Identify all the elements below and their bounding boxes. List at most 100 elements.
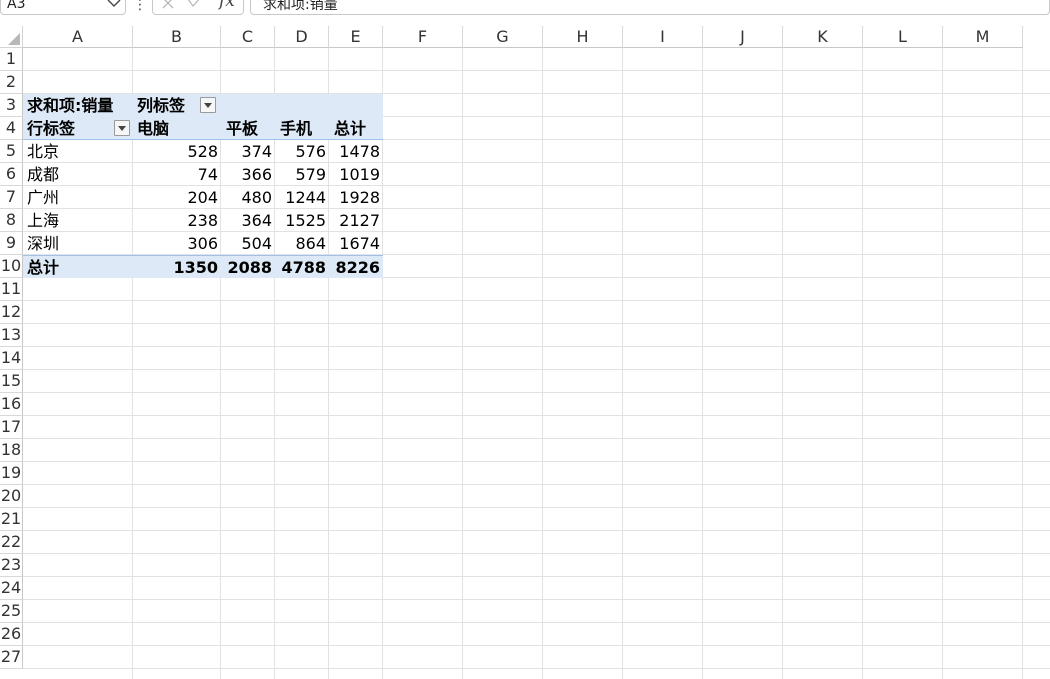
row-header[interactable]: 7 (0, 186, 23, 209)
row-header[interactable]: 20 (0, 485, 23, 508)
column-header[interactable]: G (463, 26, 543, 48)
row-header[interactable]: 23 (0, 554, 23, 577)
value-cell[interactable]: 306 (133, 232, 218, 255)
column-gridline (862, 48, 863, 679)
row-header[interactable]: 11 (0, 278, 23, 301)
value-cell[interactable]: 528 (133, 140, 218, 163)
total-cell[interactable]: 1350 (133, 256, 218, 279)
column-header[interactable]: C (221, 26, 275, 48)
column-gridline (942, 48, 943, 679)
total-cell[interactable]: 2088 (221, 256, 272, 279)
column-header[interactable]: A (23, 26, 133, 48)
column-filter-button[interactable] (200, 97, 216, 113)
city-label[interactable]: 上海 (27, 209, 59, 232)
category-label[interactable]: 平板 (226, 117, 258, 140)
category-label[interactable]: 电脑 (137, 117, 169, 140)
row-header[interactable]: 12 (0, 301, 23, 324)
pivot-value-field[interactable]: 求和项:销量 (27, 94, 113, 117)
column-header[interactable]: H (543, 26, 623, 48)
row-header[interactable]: 9 (0, 232, 23, 255)
value-cell[interactable]: 1928 (329, 186, 380, 209)
more-options-icon[interactable]: ⋮ (133, 0, 147, 12)
value-cell[interactable]: 480 (221, 186, 272, 209)
pivot-column-labels[interactable]: 列标签 (137, 94, 185, 117)
chevron-down-icon[interactable] (107, 0, 121, 13)
city-label[interactable]: 成都 (27, 163, 59, 186)
row-header[interactable]: 8 (0, 209, 23, 232)
total-cell[interactable]: 4788 (275, 256, 326, 279)
category-label[interactable]: 总计 (334, 117, 366, 140)
spreadsheet-grid: ABCDEFGHIJKLM 1 2 3 4 5 6 7 8 9 10 11 12 13 14 15 16 17 1… (0, 26, 1050, 679)
row-header[interactable]: 26 (0, 623, 23, 646)
row-header[interactable]: 27 (0, 646, 23, 669)
column-gridline (702, 48, 703, 679)
total-cell[interactable]: 8226 (329, 256, 380, 279)
column-header[interactable]: F (383, 26, 463, 48)
column-gridline (462, 48, 463, 679)
name-box[interactable]: A3 (0, 0, 126, 15)
formula-tools: fx (152, 0, 244, 15)
value-cell[interactable]: 204 (133, 186, 218, 209)
pivot-data-row: 广州 204 480 1244 1928 (23, 186, 383, 209)
pivot-row-labels[interactable]: 行标签 (27, 117, 75, 140)
row-header[interactable]: 5 (0, 140, 23, 163)
row-header[interactable]: 15 (0, 370, 23, 393)
row-header[interactable]: 19 (0, 462, 23, 485)
row-header[interactable]: 6 (0, 163, 23, 186)
column-header[interactable]: D (275, 26, 329, 48)
value-cell[interactable]: 1674 (329, 232, 380, 255)
city-label[interactable]: 深圳 (27, 232, 59, 255)
value-cell[interactable]: 864 (275, 232, 326, 255)
row-filter-button[interactable] (114, 120, 130, 136)
column-header[interactable]: J (703, 26, 783, 48)
column-header[interactable]: B (133, 26, 221, 48)
row-header[interactable]: 17 (0, 416, 23, 439)
value-cell[interactable]: 504 (221, 232, 272, 255)
column-header[interactable]: L (863, 26, 943, 48)
row-header[interactable]: 21 (0, 508, 23, 531)
cancel-icon[interactable] (161, 0, 175, 14)
cell-area[interactable]: 求和项:销量 列标签 行标签 电脑 平板 手机 总计 北京 528 374 57… (23, 48, 1050, 679)
formula-input[interactable]: 求和项:销量 (250, 0, 1050, 15)
pivot-data-row: 深圳 306 504 864 1674 (23, 232, 383, 255)
row-header[interactable]: 24 (0, 577, 23, 600)
column-header[interactable]: E (329, 26, 383, 48)
grand-total-label[interactable]: 总计 (27, 256, 59, 279)
category-label[interactable]: 手机 (280, 117, 312, 140)
value-cell[interactable]: 2127 (329, 209, 380, 232)
pivot-data-row: 北京 528 374 576 1478 (23, 140, 383, 163)
row-header[interactable]: 14 (0, 347, 23, 370)
value-cell[interactable]: 1478 (329, 140, 380, 163)
select-all-corner[interactable] (0, 26, 23, 48)
row-header[interactable]: 2 (0, 71, 23, 94)
city-label[interactable]: 广州 (27, 186, 59, 209)
row-header[interactable]: 16 (0, 393, 23, 416)
column-header[interactable]: I (623, 26, 703, 48)
pivot-category-row: 行标签 电脑 平板 手机 总计 (23, 117, 383, 140)
value-cell[interactable]: 579 (275, 163, 326, 186)
value-cell[interactable]: 366 (221, 163, 272, 186)
row-header[interactable]: 4 (0, 117, 23, 140)
row-header[interactable]: 1 (0, 48, 23, 71)
value-cell[interactable]: 74 (133, 163, 218, 186)
value-cell[interactable]: 576 (275, 140, 326, 163)
row-header[interactable]: 10 (0, 255, 23, 278)
column-header-row: ABCDEFGHIJKLM (23, 26, 1050, 48)
filter-dropdown-icon (204, 103, 212, 108)
enter-check-icon[interactable] (187, 0, 203, 14)
value-cell[interactable]: 1244 (275, 186, 326, 209)
row-header[interactable]: 22 (0, 531, 23, 554)
city-label[interactable]: 北京 (27, 140, 59, 163)
insert-function-icon[interactable]: fx (219, 0, 235, 11)
row-header[interactable]: 25 (0, 600, 23, 623)
value-cell[interactable]: 374 (221, 140, 272, 163)
value-cell[interactable]: 238 (133, 209, 218, 232)
column-header[interactable]: M (943, 26, 1023, 48)
row-header[interactable]: 18 (0, 439, 23, 462)
column-header[interactable]: K (783, 26, 863, 48)
value-cell[interactable]: 1525 (275, 209, 326, 232)
row-header[interactable]: 13 (0, 324, 23, 347)
value-cell[interactable]: 1019 (329, 163, 380, 186)
row-header[interactable]: 3 (0, 94, 23, 117)
value-cell[interactable]: 364 (221, 209, 272, 232)
